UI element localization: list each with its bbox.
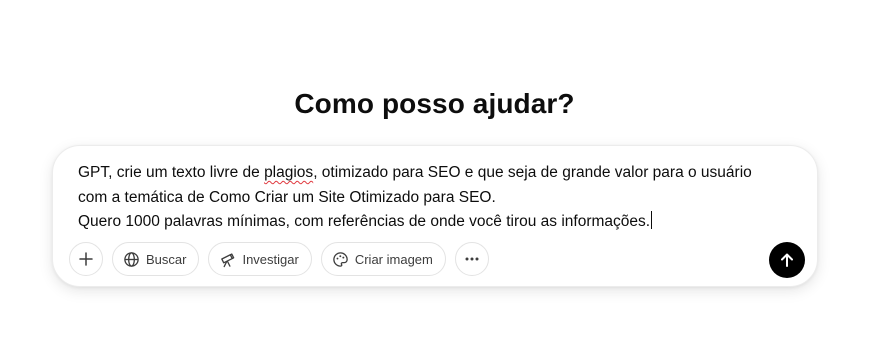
buscar-label: Buscar [146, 251, 187, 267]
add-attachment-button[interactable] [69, 242, 103, 276]
ellipsis-icon [465, 257, 479, 261]
prompt-line-1: GPT, crie um texto livre de plagios, oti… [78, 161, 788, 186]
chat-home: Como posso ajudar? GPT, crie um texto li… [0, 0, 879, 344]
composer: GPT, crie um texto livre de plagios, oti… [52, 145, 818, 287]
arrow-up-icon [781, 253, 793, 267]
prompt-line-3: Quero 1000 palavras mínimas, com referên… [78, 210, 788, 235]
composer-toolbar: Buscar Investigar Criar imagem [69, 242, 489, 276]
page-title: Como posso ajudar? [294, 88, 575, 119]
investigar-button[interactable]: Investigar [208, 242, 312, 276]
prompt-text: Quero 1000 palavras mínimas, com referên… [78, 213, 651, 230]
palette-icon [333, 251, 348, 267]
criar-imagem-button[interactable]: Criar imagem [320, 242, 446, 276]
send-button[interactable] [769, 242, 805, 278]
globe-icon [124, 251, 139, 267]
investigar-label: Investigar [242, 251, 299, 267]
prompt-text: GPT, crie um texto livre de [78, 164, 265, 181]
buscar-button[interactable]: Buscar [112, 242, 200, 276]
criar-imagem-label: Criar imagem [354, 251, 433, 267]
misspelled-word[interactable]: plagios [264, 164, 313, 181]
telescope-icon [221, 252, 235, 267]
prompt-text: , otimizado para SEO e que seja de grand… [313, 164, 752, 181]
text-caret [651, 211, 653, 229]
plus-icon [79, 252, 93, 266]
more-tools-button[interactable] [454, 242, 489, 276]
prompt-input[interactable]: GPT, crie um texto livre de plagios, oti… [78, 161, 788, 235]
prompt-line-2: com a temática de Como Criar um Site Oti… [78, 188, 496, 206]
